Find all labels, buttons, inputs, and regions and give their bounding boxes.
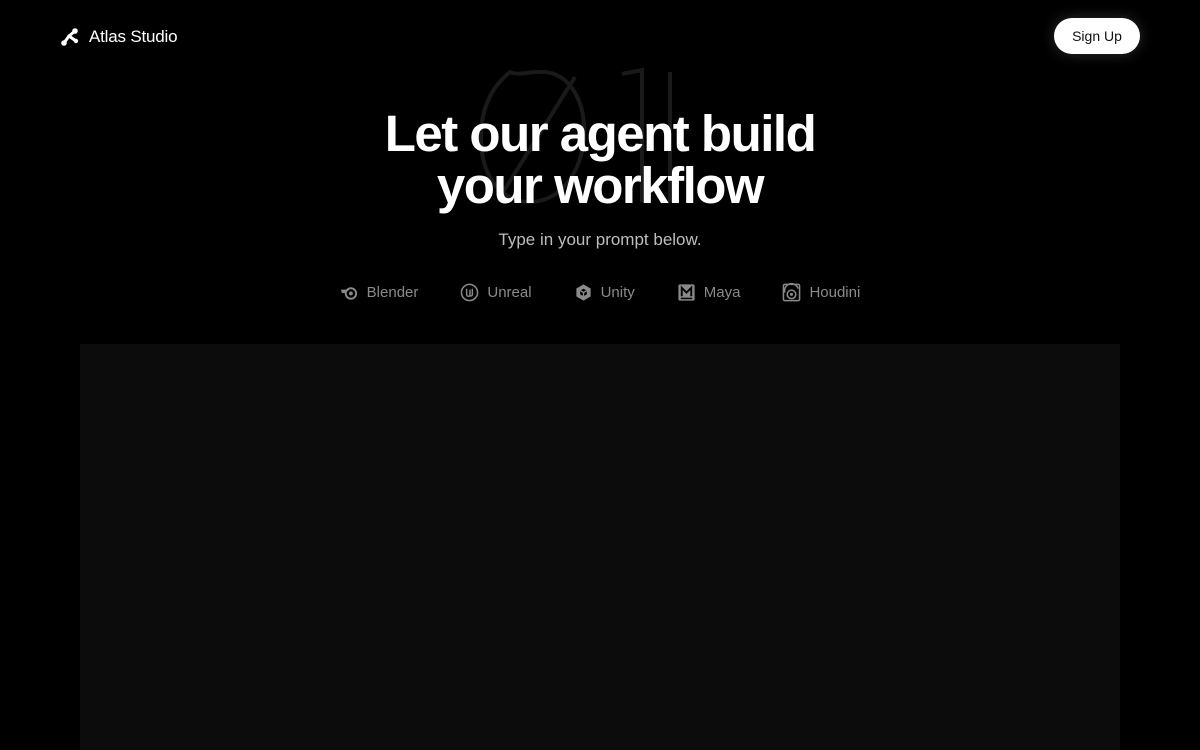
landing-page: Atlas Studio Sign Up Let our agent build…	[0, 0, 1200, 750]
hero-title-line-1: Let our agent build	[384, 105, 817, 162]
nodes-icon	[61, 28, 79, 46]
tool-list: Blender Unreal Unity Maya Houdini	[0, 280, 1200, 304]
tool-label: Maya	[703, 283, 741, 301]
hero-subtitle: Type in your prompt below.	[498, 230, 702, 249]
tool-label: Unreal	[487, 283, 532, 301]
hero-title: Let our agent build your workflow	[0, 108, 1200, 212]
tool-label: Houdini	[809, 283, 861, 301]
maya-icon	[678, 283, 695, 301]
hero-title-line-2: your workflow	[436, 157, 765, 214]
tool-unity[interactable]: Unity	[574, 283, 635, 302]
prompt-panel[interactable]	[80, 344, 1120, 750]
unreal-icon	[461, 283, 479, 301]
tool-label: Blender	[366, 283, 419, 301]
houdini-icon	[783, 282, 801, 301]
tool-label: Unity	[600, 283, 635, 301]
brand-link[interactable]: Atlas Studio	[60, 26, 178, 48]
brand-name: Atlas Studio	[89, 27, 178, 46]
tool-unreal[interactable]: Unreal	[460, 283, 532, 302]
tool-houdini[interactable]: Houdini	[782, 282, 861, 302]
sign-up-button[interactable]: Sign Up	[1054, 18, 1140, 54]
tool-blender[interactable]: Blender	[340, 283, 419, 302]
blender-icon	[340, 286, 357, 300]
unity-icon	[575, 283, 591, 301]
tool-maya[interactable]: Maya	[677, 283, 741, 302]
